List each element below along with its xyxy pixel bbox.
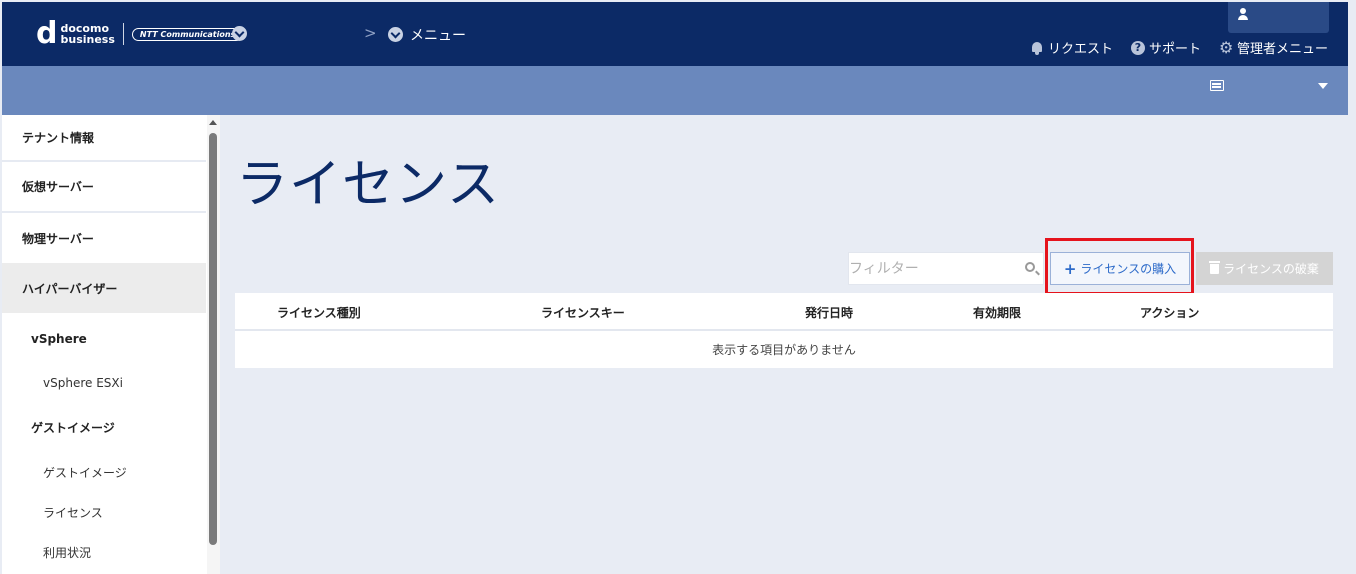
user-menu-button[interactable] xyxy=(1228,2,1329,33)
user-icon xyxy=(1238,8,1248,20)
sidebar-item-vsphere-esxi[interactable]: vSphere ESXi xyxy=(2,363,206,403)
sidebar: テナント情報 仮想サーバー 物理サーバー ハイパーバイザー vSphere vS… xyxy=(2,115,220,574)
gear-icon: ⚙ xyxy=(1218,37,1234,57)
sub-header xyxy=(2,66,1348,115)
logo-d: d xyxy=(36,16,58,51)
buy-license-label: ライセンスの購入 xyxy=(1080,262,1177,276)
sidebar-item-tenant-info[interactable]: テナント情報 xyxy=(2,115,206,160)
breadcrumb-arrow-icon: > xyxy=(364,24,377,42)
menu-link[interactable]: メニュー xyxy=(410,25,466,45)
header-links: リクエスト ? サポート ⚙ 管理者メニュー xyxy=(1030,38,1328,57)
sidebar-scrollbar[interactable] xyxy=(207,115,220,574)
column-license-key[interactable]: ライセンスキー xyxy=(541,304,625,321)
sidebar-item-license[interactable]: ライセンス xyxy=(2,492,206,532)
ntt-logo: NTT Communications xyxy=(131,27,244,41)
top-header: d docomo business NTT Communications > メ… xyxy=(2,2,1348,66)
question-icon: ? xyxy=(1130,40,1145,55)
column-issued-at[interactable]: 発行日時 xyxy=(805,304,853,321)
sidebar-item-hypervisor[interactable]: ハイパーバイザー xyxy=(2,263,206,313)
filter-box xyxy=(848,252,1044,285)
plus-icon: + xyxy=(1063,259,1077,278)
column-action: アクション xyxy=(1140,306,1200,320)
admin-menu-label: 管理者メニュー xyxy=(1236,42,1328,57)
sidebar-item-vsphere[interactable]: vSphere xyxy=(2,319,206,359)
search-icon[interactable] xyxy=(1025,262,1035,272)
dropdown-arrow-icon[interactable] xyxy=(1318,83,1328,89)
scrollbar-thumb[interactable] xyxy=(209,133,217,545)
request-label: リクエスト xyxy=(1047,42,1113,57)
sidebar-item-usage[interactable]: 利用状況 xyxy=(2,532,206,572)
page-title: ライセンス xyxy=(236,155,500,215)
scroll-up-icon[interactable] xyxy=(209,120,217,125)
discard-license-label: ライセンスの破棄 xyxy=(1223,262,1319,276)
request-link[interactable]: リクエスト xyxy=(1030,38,1113,57)
logo-wordmark: docomo business xyxy=(60,23,114,45)
docomo-business-logo[interactable]: d docomo business NTT Communications xyxy=(36,16,244,51)
discard-license-button[interactable]: ライセンスの破棄 xyxy=(1196,252,1333,285)
sidebar-item-guest-image[interactable]: ゲストイメージ xyxy=(2,452,206,492)
column-license-type[interactable]: ライセンス種別 xyxy=(277,304,361,321)
list-icon[interactable] xyxy=(1210,80,1224,91)
sidebar-item-physical-server[interactable]: 物理サーバー xyxy=(2,213,206,263)
admin-menu-link[interactable]: ⚙ 管理者メニュー xyxy=(1219,38,1328,57)
column-expiry[interactable]: 有効期限 xyxy=(973,304,1021,321)
sidebar-item-virtual-server[interactable]: 仮想サーバー xyxy=(2,162,206,211)
support-link[interactable]: ? サポート xyxy=(1130,38,1201,57)
logo-separator xyxy=(122,23,124,45)
bell-icon xyxy=(1030,41,1044,55)
chevron-down-icon[interactable] xyxy=(232,26,247,41)
menu-chevron-down-icon[interactable] xyxy=(388,27,403,42)
buy-license-button[interactable]: + ライセンスの購入 xyxy=(1050,252,1190,285)
support-label: サポート xyxy=(1148,42,1201,57)
sidebar-item-guest-image-group[interactable]: ゲストイメージ xyxy=(2,407,206,447)
license-table: ライセンス種別 ライセンスキー 発行日時 有効期限 アクション 表示する項目があ… xyxy=(235,293,1333,368)
logo-line2: business xyxy=(60,33,115,46)
filter-input[interactable] xyxy=(849,253,1019,284)
table-header: ライセンス種別 ライセンスキー 発行日時 有効期限 アクション xyxy=(235,293,1333,331)
empty-message: 表示する項目がありません xyxy=(712,343,856,357)
trash-icon xyxy=(1209,260,1221,274)
